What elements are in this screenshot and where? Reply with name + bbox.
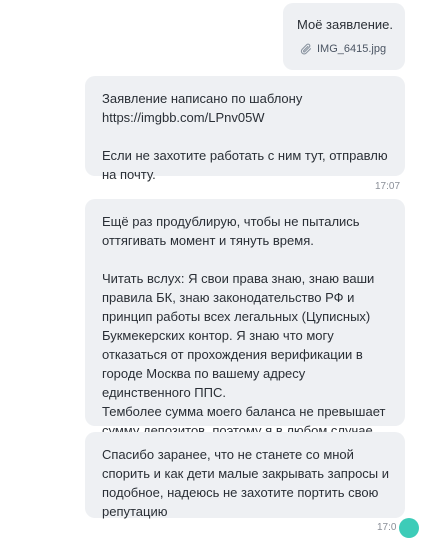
message-text: Ещё раз продублирую, чтобы не пытались о… [102,214,386,457]
paperclip-icon [300,42,312,56]
message-bubble-rights: Ещё раз продублирую, чтобы не пытались о… [85,199,405,457]
chat-thread: Моё заявление. IMG_6415.jpg Заявление на… [0,0,424,538]
message-bubble-application: Моё заявление. IMG_6415.jpg [283,3,405,70]
attachment-filename: IMG_6415.jpg [317,43,387,55]
scroll-down-button[interactable] [399,518,419,538]
message-text: Моё заявление. [297,17,393,32]
message-text: Заявление написано по шаблону https://im… [102,91,388,182]
message-timestamp: 17:0 [377,522,397,533]
attachment-link[interactable]: IMG_6415.jpg [300,42,386,56]
message-bubble-thanks: Спасибо заранее, что не станете со мной … [85,432,405,519]
message-text: Спасибо заранее, что не станете со мной … [102,447,390,519]
message-timestamp: 17:07 [375,181,401,192]
message-bubble-template-link: Заявление написано по шаблону https://im… [85,76,405,182]
